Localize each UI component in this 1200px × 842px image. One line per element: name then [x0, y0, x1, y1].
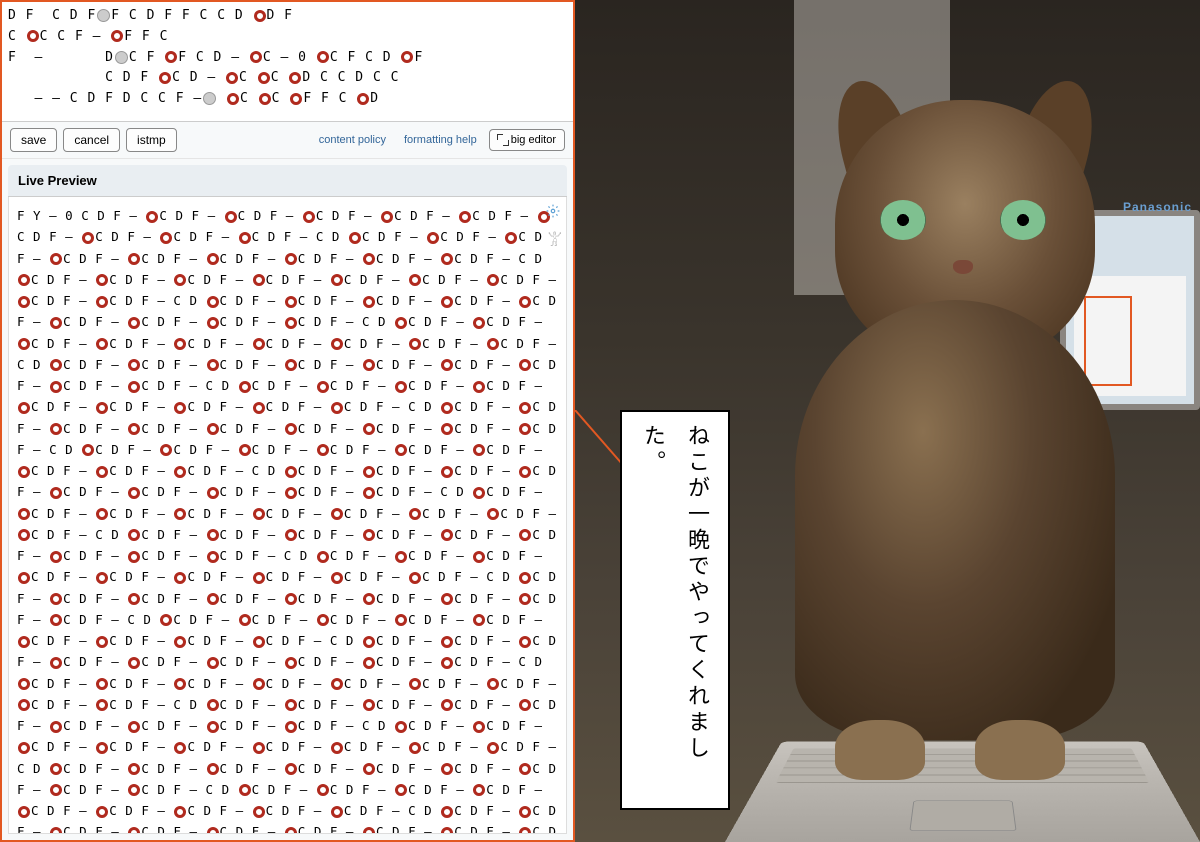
- person-icon: 𓀠: [548, 231, 558, 245]
- callout-text: ねこが一晩でやってくれました。: [631, 424, 719, 796]
- cat: [735, 60, 1155, 790]
- gear-icon[interactable]: [546, 203, 560, 217]
- editor-toolbar: save cancel istmp content policy formatt…: [2, 122, 573, 159]
- cat-paw-left: [835, 720, 925, 780]
- save-button[interactable]: save: [10, 128, 57, 152]
- speech-callout: ねこが一晩でやってくれました。: [620, 410, 730, 810]
- big-editor-label: big editor: [511, 134, 556, 146]
- cat-paw-right: [975, 720, 1065, 780]
- cancel-button[interactable]: cancel: [63, 128, 120, 152]
- editor-panel: D F C D FF C D F F C C D D F C C C F – F…: [0, 0, 575, 842]
- formatting-help-link[interactable]: formatting help: [404, 134, 477, 146]
- cat-body: [795, 300, 1115, 740]
- content-policy-link[interactable]: content policy: [319, 134, 386, 146]
- cat-eye-left: [880, 200, 926, 240]
- live-preview-header: Live Preview: [8, 165, 567, 197]
- istmp-button[interactable]: istmp: [126, 128, 177, 152]
- markdown-editor[interactable]: D F C D FF C D F F C C D D F C C C F – F…: [2, 2, 573, 122]
- cat-nose: [953, 260, 973, 274]
- expand-icon: [498, 135, 508, 145]
- laptop-trackpad: [909, 801, 1016, 831]
- live-preview-body: 𓀠 F Y – 0 C D F – C D F – C D F – C D F …: [8, 197, 567, 834]
- big-editor-button[interactable]: big editor: [489, 129, 565, 151]
- cat-eye-right: [1000, 200, 1046, 240]
